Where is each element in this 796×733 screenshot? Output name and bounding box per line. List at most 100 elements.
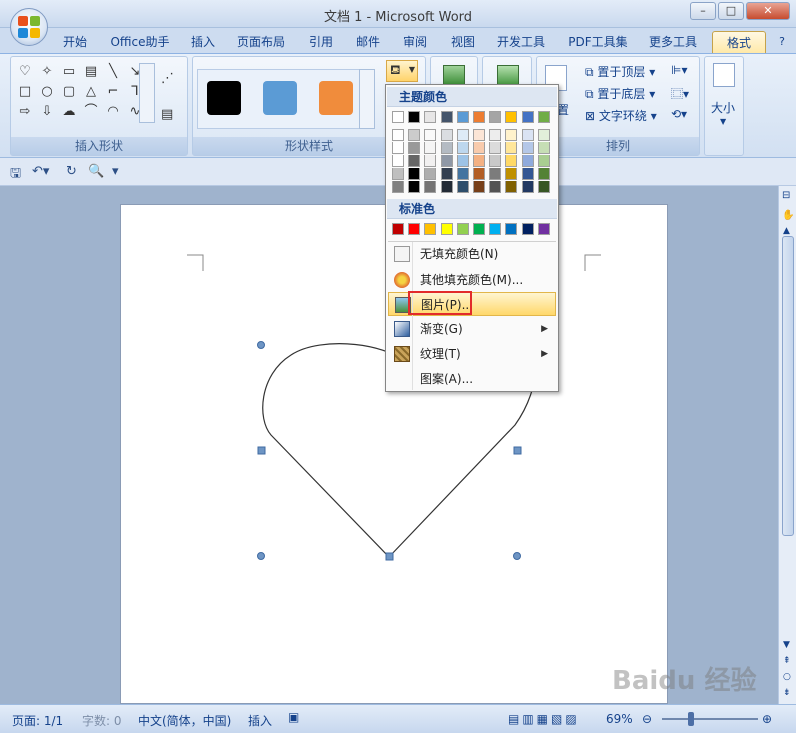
theme-shade-swatch[interactable] <box>473 155 485 167</box>
tab-office-assistant[interactable]: Office助手 <box>104 31 176 53</box>
callout-shape-icon[interactable]: ☁ <box>59 103 79 121</box>
curve-shape-icon[interactable]: ⌒ <box>81 103 101 121</box>
send-to-back-button[interactable]: ⧉ 置于底层 ▾ <box>585 85 655 102</box>
theme-shade-swatch[interactable] <box>456 181 469 193</box>
prev-page-icon[interactable]: ⇞ <box>783 656 791 666</box>
undo-icon[interactable]: ↶▾ <box>32 164 49 179</box>
insert-mode[interactable]: 插入 <box>248 712 272 729</box>
scroll-down-icon[interactable]: ▼ <box>783 640 790 650</box>
print-preview-icon[interactable]: 🔍 <box>88 164 104 179</box>
theme-color-swatch[interactable] <box>521 111 534 123</box>
star-shape-icon[interactable]: ✧ <box>37 63 57 81</box>
theme-shade-swatch[interactable] <box>392 129 404 141</box>
scroll-thumb[interactable] <box>782 236 794 536</box>
theme-shade-swatch[interactable] <box>537 142 550 154</box>
align-icon[interactable]: ⊫▾ <box>671 63 687 77</box>
theme-shade-swatch[interactable] <box>440 155 453 167</box>
theme-shade-swatch[interactable] <box>505 168 518 180</box>
theme-shade-swatch[interactable] <box>505 129 518 141</box>
texture-fill-item[interactable]: 纹理(T) ▶ <box>388 342 556 366</box>
tab-developer[interactable]: 开发工具 <box>490 31 552 53</box>
resize-handle[interactable] <box>513 552 521 560</box>
theme-shade-swatch[interactable] <box>489 129 502 141</box>
theme-shade-swatch[interactable] <box>408 168 421 180</box>
theme-shade-swatch[interactable] <box>473 129 485 141</box>
standard-color-swatch[interactable] <box>537 223 550 235</box>
theme-color-swatch[interactable] <box>473 111 485 123</box>
style-black-swatch[interactable] <box>207 81 241 115</box>
language-status[interactable]: 中文(简体，中国) <box>138 712 231 729</box>
style-blue-swatch[interactable] <box>263 81 297 115</box>
shadow-effect-icon[interactable] <box>443 65 465 85</box>
next-page-icon[interactable]: ⇟ <box>783 688 791 698</box>
standard-color-swatch[interactable] <box>408 223 421 235</box>
theme-shade-swatch[interactable] <box>521 181 534 193</box>
theme-shade-swatch[interactable] <box>440 181 453 193</box>
resize-handle[interactable] <box>513 446 522 455</box>
style-orange-swatch[interactable] <box>319 81 353 115</box>
close-button[interactable]: ✕ <box>746 2 790 20</box>
theme-shade-swatch[interactable] <box>537 181 550 193</box>
standard-color-swatch[interactable] <box>473 223 485 235</box>
down-arrow-shape-icon[interactable]: ⇩ <box>37 103 57 121</box>
theme-color-swatch[interactable] <box>537 111 550 123</box>
tab-review[interactable]: 审阅 <box>396 31 434 53</box>
macro-record-icon[interactable]: ▣ <box>288 710 299 724</box>
theme-shade-swatch[interactable] <box>489 181 502 193</box>
theme-color-swatch[interactable] <box>408 111 421 123</box>
theme-color-swatch[interactable] <box>456 111 469 123</box>
textbox-shape-icon[interactable]: ▭ <box>59 63 79 81</box>
standard-color-swatch[interactable] <box>456 223 469 235</box>
theme-shade-swatch[interactable] <box>424 142 437 154</box>
browse-object-icon[interactable]: ○ <box>783 672 791 682</box>
theme-color-swatch[interactable] <box>505 111 518 123</box>
help-icon[interactable]: ? <box>774 31 790 53</box>
customize-toolbar-icon[interactable]: ▾ <box>112 164 119 179</box>
theme-shade-swatch[interactable] <box>473 181 485 193</box>
theme-color-swatch[interactable] <box>489 111 502 123</box>
gradient-fill-item[interactable]: 渐变(G) ▶ <box>388 317 556 341</box>
text-wrap-button[interactable]: ⊠ 文字环绕 ▾ <box>585 107 657 124</box>
theme-shade-swatch[interactable] <box>408 181 421 193</box>
standard-color-swatch[interactable] <box>424 223 437 235</box>
save-icon[interactable]: 🖫 <box>10 164 21 186</box>
line-shape-icon[interactable]: ╲ <box>103 63 123 81</box>
group-objects-icon[interactable]: ⿴▾ <box>671 85 689 102</box>
theme-shade-swatch[interactable] <box>424 129 437 141</box>
standard-color-swatch[interactable] <box>521 223 534 235</box>
standard-color-swatch[interactable] <box>392 223 404 235</box>
theme-shade-swatch[interactable] <box>440 142 453 154</box>
view-buttons[interactable]: ▤▥▦▧▨ <box>508 712 580 726</box>
standard-color-swatch[interactable] <box>489 223 502 235</box>
theme-shade-swatch[interactable] <box>408 155 421 167</box>
theme-color-swatch[interactable] <box>424 111 437 123</box>
zoom-slider-thumb[interactable] <box>688 712 694 726</box>
zoom-slider[interactable] <box>662 718 758 720</box>
size-label[interactable]: 大小 <box>711 99 735 116</box>
word-count[interactable]: 字数: 0 <box>82 712 122 729</box>
heart-shape-icon[interactable]: ♡ <box>15 63 35 81</box>
rounded-rect-shape-icon[interactable]: ▢ <box>59 83 79 101</box>
elbow-shape-icon[interactable]: ⌐ <box>103 83 123 101</box>
theme-shade-swatch[interactable] <box>392 155 404 167</box>
tab-mailings[interactable]: 邮件 <box>350 31 386 53</box>
theme-shade-swatch[interactable] <box>489 142 502 154</box>
theme-shade-swatch[interactable] <box>537 168 550 180</box>
ruler-toggle-icon[interactable]: ⊟ <box>782 190 790 201</box>
theme-shade-swatch[interactable] <box>392 168 404 180</box>
resize-handle[interactable] <box>257 446 266 455</box>
theme-shade-swatch[interactable] <box>392 181 404 193</box>
theme-shade-swatch[interactable] <box>456 129 469 141</box>
theme-shade-swatch[interactable] <box>505 181 518 193</box>
theme-color-swatch[interactable] <box>440 111 453 123</box>
shape-gallery[interactable]: ♡ ✧ ▭ ▤ ╲ ↘ □ ○ ▢ △ ⌐ ⅂ ⇨ ⇩ ☁ ⌒ ◠ ∿ <box>15 63 145 121</box>
theme-shade-swatch[interactable] <box>456 155 469 167</box>
tab-home[interactable]: 开始 <box>56 31 94 53</box>
tab-insert[interactable]: 插入 <box>186 31 220 53</box>
scroll-up-icon[interactable]: ▲ <box>783 226 790 236</box>
standard-color-swatch[interactable] <box>440 223 453 235</box>
3d-effect-icon[interactable] <box>497 65 519 85</box>
style-gallery-scroll[interactable] <box>359 69 375 129</box>
theme-shade-swatch[interactable] <box>392 142 404 154</box>
theme-shade-swatch[interactable] <box>473 142 485 154</box>
